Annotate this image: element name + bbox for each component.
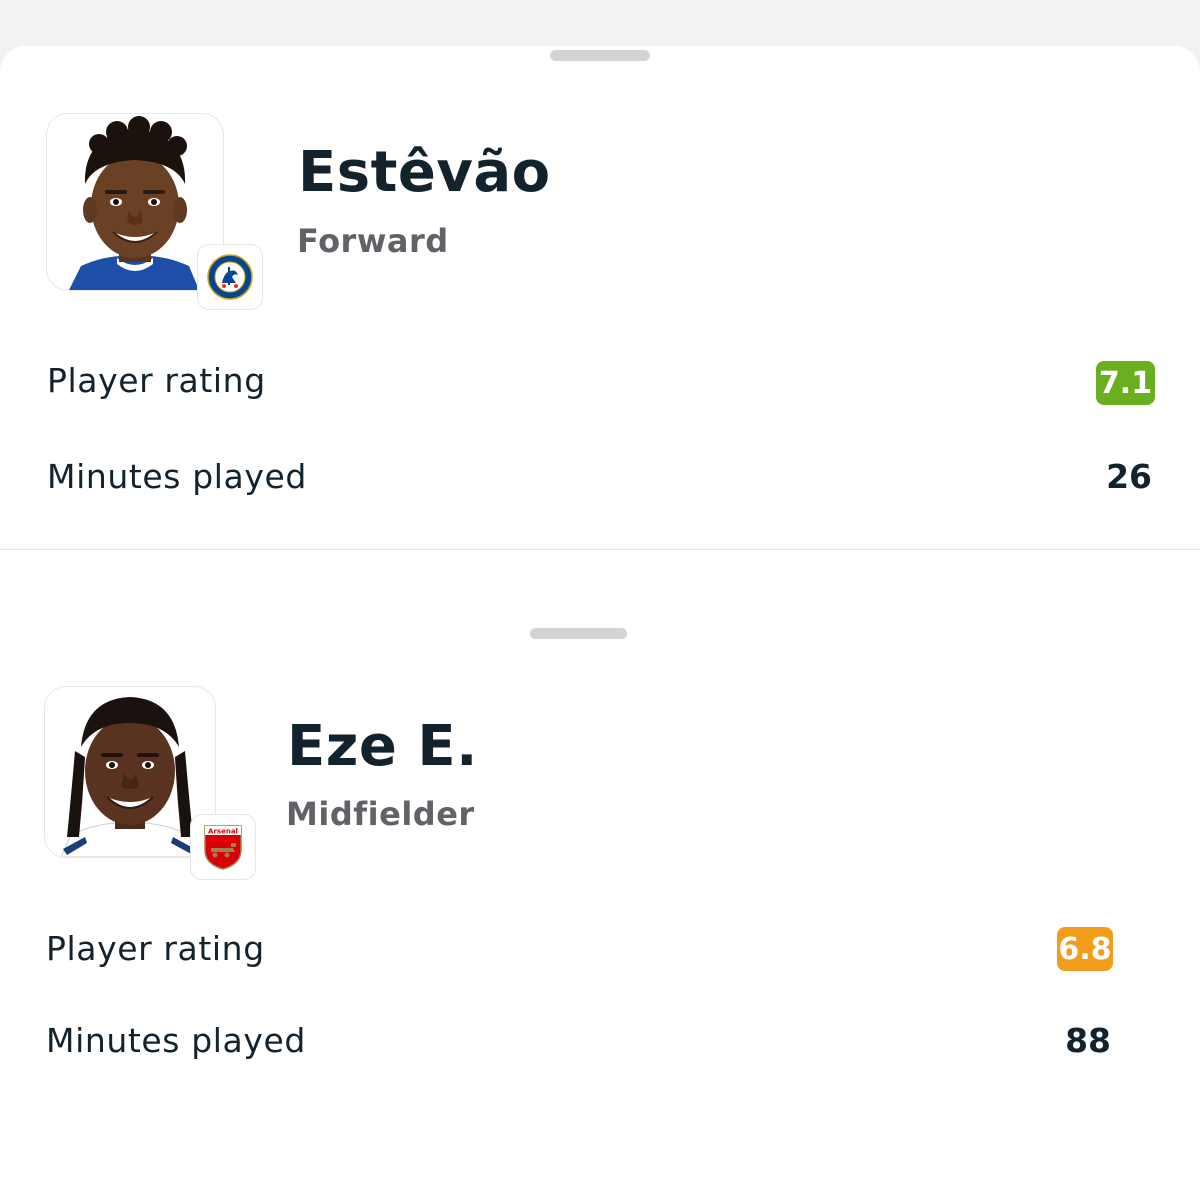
chelsea-crest-icon <box>207 254 253 300</box>
player-rating-label: Player rating <box>46 929 265 968</box>
player-card-eze: Arsenal Eze E. Midfielder Player rating … <box>0 614 1157 1200</box>
drag-handle[interactable] <box>550 50 650 61</box>
player-position: Forward <box>297 222 449 260</box>
player-rating-badge: 7.1 <box>1096 361 1155 405</box>
player-position: Midfielder <box>286 795 475 833</box>
svg-text:Arsenal: Arsenal <box>208 828 238 836</box>
minutes-played-value: 26 <box>1106 457 1152 496</box>
player-card-estevao: Estêvão Forward Player rating 7.1 Minute… <box>0 46 1200 550</box>
drag-handle[interactable] <box>530 628 627 639</box>
arsenal-crest-icon: Arsenal <box>204 825 242 870</box>
player-rating-label: Player rating <box>47 361 266 400</box>
player-rating-badge: 6.8 <box>1057 927 1113 971</box>
player-name: Estêvão <box>298 140 551 205</box>
minutes-played-label: Minutes played <box>46 1021 306 1060</box>
club-badge: Arsenal <box>190 814 256 880</box>
club-badge <box>197 244 263 310</box>
screen: Estêvão Forward Player rating 7.1 Minute… <box>0 0 1200 1200</box>
background-edge <box>1157 614 1200 1200</box>
minutes-played-value: 88 <box>1065 1021 1111 1060</box>
minutes-played-label: Minutes played <box>47 457 307 496</box>
player-name: Eze E. <box>287 714 478 779</box>
